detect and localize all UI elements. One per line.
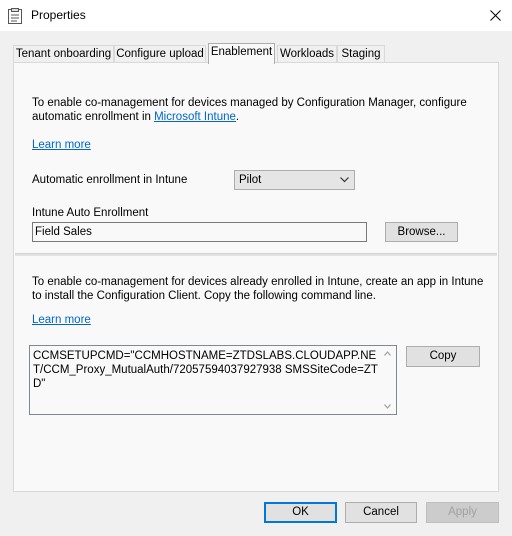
tab-enablement[interactable]: Enablement (208, 43, 275, 64)
section-divider (15, 253, 497, 256)
apply-button[interactable]: Apply (426, 502, 499, 523)
intro2-line-1: To enable co-management for devices alre… (32, 276, 484, 288)
browse-button[interactable]: Browse... (385, 222, 458, 242)
copy-command-intro-text: To enable co-management for devices alre… (32, 275, 483, 303)
close-button[interactable] (478, 0, 512, 31)
title-bar: Properties (0, 0, 512, 31)
vertical-scrollbar[interactable] (379, 346, 396, 414)
scroll-up-arrow-icon[interactable] (384, 351, 391, 356)
tab-configure-upload[interactable]: Configure upload (114, 45, 206, 63)
enrollment-intro-text: To enable co-management for devices mana… (32, 96, 467, 124)
intune-auto-enrollment-value: Field Sales (35, 226, 92, 238)
cancel-button[interactable]: Cancel (345, 502, 417, 523)
properties-window-icon (8, 8, 22, 24)
close-icon (489, 10, 501, 21)
intro-line-2: automatic enrollment in (32, 111, 155, 123)
command-line-value: CCMSETUPCMD="CCMHOSTNAME=ZTDSLABS.CLOUDA… (33, 350, 378, 390)
scroll-down-arrow-icon[interactable] (384, 404, 391, 409)
microsoft-intune-link[interactable]: Microsoft Intune (154, 111, 236, 123)
tab-strip: Tenant onboarding Configure upload Enabl… (13, 43, 493, 64)
tab-workloads[interactable]: Workloads (277, 45, 337, 63)
tab-tenant-onboarding[interactable]: Tenant onboarding (13, 45, 114, 63)
chevron-down-icon (340, 177, 349, 183)
window-title: Properties (31, 8, 86, 22)
tab-staging[interactable]: Staging (337, 45, 385, 63)
intro2-line-2: to install the Configuration Client. Cop… (32, 290, 376, 302)
copy-button[interactable]: Copy (406, 346, 480, 367)
auto-enrollment-value: Pilot (239, 174, 262, 186)
learn-more-link-1[interactable]: Learn more (32, 139, 91, 151)
intune-auto-enrollment-label: Intune Auto Enrollment (32, 207, 149, 219)
command-line-textbox[interactable]: CCMSETUPCMD="CCMHOSTNAME=ZTDSLABS.CLOUDA… (29, 345, 397, 415)
auto-enrollment-dropdown[interactable]: Pilot (234, 170, 355, 190)
intro-suffix: . (235, 111, 240, 123)
ok-button[interactable]: OK (264, 502, 337, 523)
dialog-footer: OK Cancel Apply (0, 495, 512, 536)
intro-line-1: To enable co-management for devices mana… (32, 97, 467, 109)
learn-more-link-2[interactable]: Learn more (32, 314, 91, 326)
auto-enrollment-label: Automatic enrollment in Intune (32, 174, 188, 186)
intune-auto-enrollment-field[interactable]: Field Sales (32, 222, 367, 242)
